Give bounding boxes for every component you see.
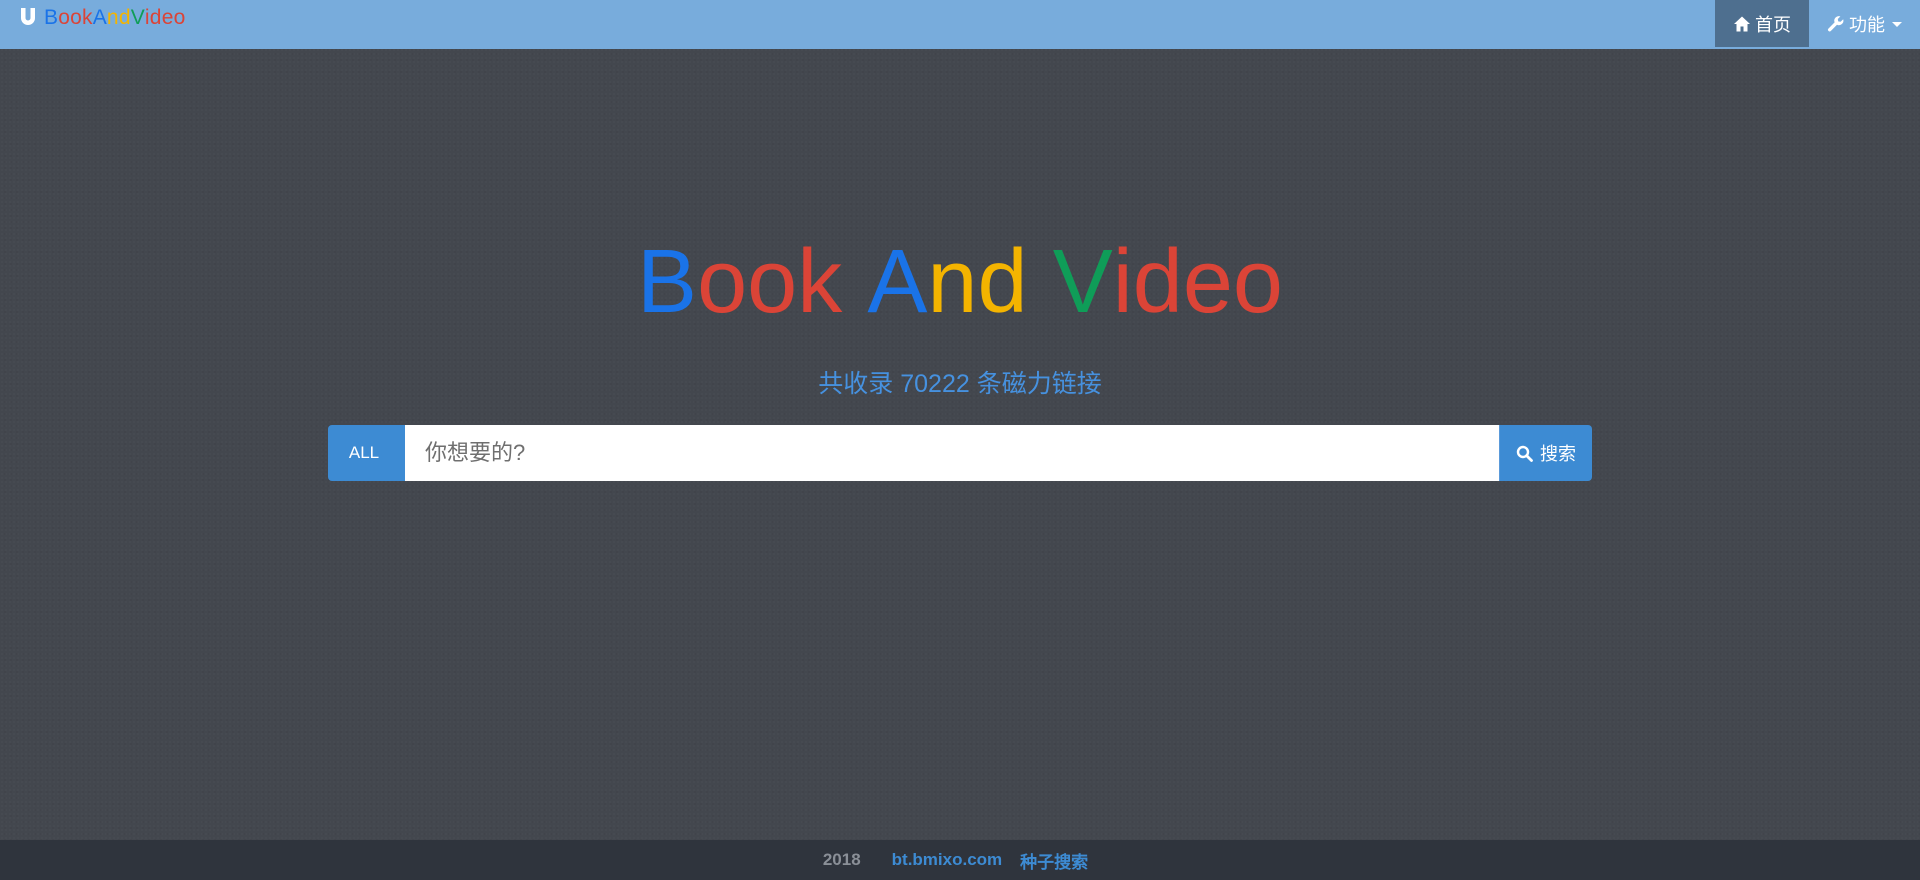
search-button[interactable]: 搜索 — [1499, 425, 1592, 481]
hero-subtitle: 共收录 70222 条磁力链接 — [818, 370, 1102, 398]
hero-title-letter: V — [1052, 232, 1113, 332]
nav-item-features-label: 功能 — [1849, 14, 1885, 35]
brand-letter: o — [58, 6, 71, 29]
home-icon — [1734, 16, 1750, 31]
hero-title-letter: B — [637, 232, 698, 332]
nav-item-home[interactable]: 首页 — [1715, 0, 1809, 47]
search-input[interactable] — [405, 425, 1499, 481]
search-bar: ALL 搜索 — [328, 425, 1592, 481]
brand-letter: e — [161, 6, 174, 29]
hero-title-letter: i — [1112, 232, 1133, 332]
nav-item-home-label: 首页 — [1755, 14, 1791, 35]
nav-item-features-dropdown[interactable]: 功能 — [1809, 0, 1920, 47]
chevron-down-icon — [1892, 22, 1902, 27]
brand-logo-link[interactable]: BookAndVideo — [18, 4, 185, 32]
footer-year: 2018 — [822, 850, 861, 869]
brand-letter: n — [106, 6, 119, 29]
hero-title-letter: A — [867, 232, 928, 332]
hero-title-letter: o — [697, 232, 748, 332]
hero-title-letter: k — [797, 232, 843, 332]
brand-letter: V — [130, 6, 145, 29]
hero-title: Book And Video — [0, 222, 1920, 342]
footer-site-link[interactable]: bt.bmixo.com — [892, 850, 1003, 870]
search-scope-label: ALL — [348, 443, 380, 462]
nav-menu: 首页 功能 — [1715, 0, 1920, 47]
wrench-icon — [1827, 15, 1844, 31]
brand-letter: d — [118, 6, 131, 29]
footer-tagline-link[interactable]: 种子搜索 — [1020, 848, 1088, 873]
search-button-label: 搜索 — [1540, 444, 1576, 464]
hero-title-letter: d — [1132, 232, 1183, 332]
hero-title-letter: d — [977, 232, 1028, 332]
footer: 2018 bt.bmixo.com 种子搜索 — [0, 840, 1920, 880]
search-scope-button[interactable]: ALL — [328, 425, 405, 481]
hero-title-letter: e — [1182, 232, 1233, 332]
brand-letter: d — [149, 6, 162, 29]
magnet-icon — [21, 8, 35, 25]
hero-title-letter: n — [927, 232, 978, 332]
brand-letter: o — [70, 6, 82, 29]
brand-letter: B — [44, 6, 59, 29]
search-icon — [1516, 445, 1533, 462]
hero-title-letter: o — [1232, 232, 1283, 332]
brand-letter: k — [82, 6, 93, 29]
top-navbar: BookAndVideo 首页 功能 — [0, 0, 1920, 49]
brand-name: BookAndVideo — [44, 6, 185, 30]
hero-title-letter: o — [747, 232, 798, 332]
brand-letter: A — [92, 6, 107, 29]
brand-letter: o — [173, 6, 186, 29]
